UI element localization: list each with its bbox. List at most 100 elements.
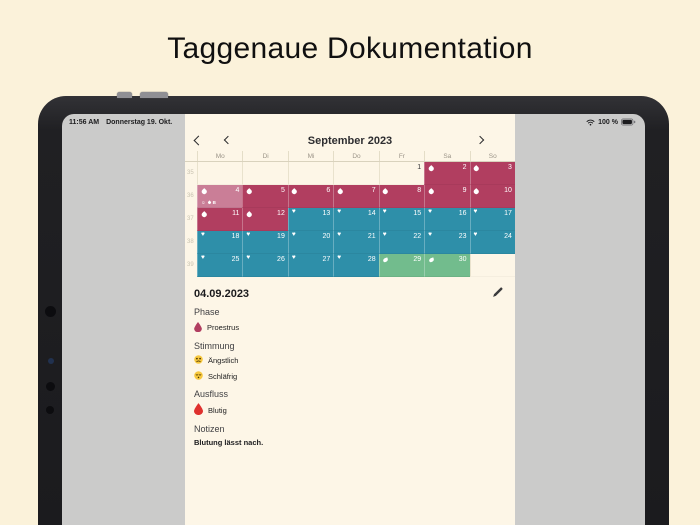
weekday-header-row: Mo Di Mi Do Fr Sa So (185, 151, 515, 162)
day-number: 10 (504, 187, 512, 194)
calendar-day-cell[interactable]: ♥ 18 (197, 231, 243, 254)
calendar-day-cell[interactable]: 8 (378, 185, 425, 208)
day-number: 15 (413, 210, 422, 217)
day-number: 13 (322, 210, 331, 217)
calendar-day-cell[interactable]: 6 (287, 185, 334, 208)
weekday-label: Mo (197, 151, 242, 161)
calendar-day-cell[interactable]: 30 (424, 254, 470, 277)
day-number: 4 (235, 187, 240, 194)
day-number: 25 (231, 256, 240, 263)
camera-lens-icon (48, 358, 54, 364)
calendar-day-cell[interactable]: 12 (242, 208, 288, 231)
calendar-day-cell[interactable]: ♥ 24 (469, 231, 515, 254)
calendar-day-cell (333, 162, 378, 185)
calendar-day-cell[interactable]: 9 (424, 185, 470, 208)
discharge-icon (206, 200, 212, 205)
calendar-day-cell[interactable]: ♥ 14 (333, 208, 379, 231)
day-number: 1 (417, 164, 422, 171)
calendar-day-cell[interactable]: ♥ 21 (333, 231, 379, 254)
statusbar-left: 11:56 AM Donnerstag 19. Okt. (69, 119, 172, 126)
calendar-day-cell[interactable]: 5 (242, 185, 288, 208)
detail-item-label: Blutig (208, 405, 227, 415)
calendar-day-cell[interactable]: ♥ 19 (242, 231, 288, 254)
calendar-day-cell[interactable]: 7 (333, 185, 379, 208)
calendar-day-cell[interactable]: ♥ 15 (378, 208, 425, 231)
heart-icon: ♥ (337, 254, 342, 261)
detail-item-label: Ängstlich (208, 356, 239, 365)
calendar-day-cell[interactable]: ♥ 13 (287, 208, 334, 231)
day-number: 8 (417, 187, 422, 194)
day-number: 3 (508, 164, 512, 171)
calendar-day-cell[interactable]: ♥ 22 (378, 231, 425, 254)
drop-icon (427, 164, 435, 171)
calendar-day-cell[interactable]: ♥ 25 (197, 254, 243, 277)
day-number: 22 (413, 233, 422, 240)
detail-item-label: Proestrus (207, 323, 240, 332)
proestrus-drop (194, 321, 202, 334)
heart-icon: ♥ (428, 231, 432, 238)
wifi-icon (586, 119, 595, 126)
calendar-day-cell[interactable]: 3 (469, 162, 515, 185)
day-number: 14 (367, 210, 376, 217)
heart-icon: ♥ (473, 208, 478, 215)
ipad-frame: 11:56 AM Donnerstag 19. Okt. 100 % Septe… (38, 92, 669, 525)
calendar-grid: 35 1 2 3 36 4 ☺ B 5 6 7 8 9 10 37 11 12 ♥ 13 ♥ 14 ♥ 15 ♥ 16 ♥ 17 38… (185, 162, 515, 277)
next-month-chevron-right-icon[interactable] (473, 133, 487, 147)
calendar-day-cell (242, 162, 287, 185)
day-number: 23 (458, 233, 467, 240)
calendar-day-cell[interactable]: ♥ 16 (424, 208, 470, 231)
volume-button-1 (117, 92, 132, 98)
calendar-week-row: 35 1 2 3 (185, 162, 515, 185)
drop-icon (473, 164, 480, 171)
calendar-day-cell[interactable]: 1 (378, 162, 424, 185)
calendar-day-cell[interactable]: 11 (197, 208, 243, 231)
heart-icon: ♥ (291, 208, 296, 215)
drop-icon (473, 187, 480, 194)
day-detail-panel: 04.09.2023 Phase Proestrus Stimmung Ängstli… (194, 284, 503, 447)
drop-icon (427, 187, 435, 194)
calendar-day-cell[interactable]: ♥ 27 (287, 254, 334, 277)
day-entry-mini-icons: ☺ B (201, 200, 216, 206)
heart-icon: ♥ (291, 254, 296, 261)
calendar-day-cell[interactable]: ♥ 28 (333, 254, 379, 277)
detail-item: Blutig (194, 403, 503, 417)
calendar-day-cell[interactable]: 4 ☺ B (197, 185, 243, 208)
calendar-day-cell[interactable]: ♥ 17 (469, 208, 515, 231)
weekday-label: Di (242, 151, 287, 161)
day-number: 24 (504, 233, 512, 240)
detail-sections: Phase Proestrus Stimmung Ängstlich Schläfrig… (194, 307, 503, 447)
heart-icon: ♥ (382, 231, 387, 238)
status-time: 11:56 AM (69, 119, 100, 126)
sensor-dot-icon (46, 406, 54, 414)
edit-button[interactable] (492, 285, 503, 303)
detail-section-label: Ausfluss (194, 388, 229, 399)
day-number: 26 (277, 256, 285, 263)
notes-text: Blutung lässt nach. (194, 438, 264, 447)
detail-item: Schläfrig (194, 370, 503, 382)
calendar-header: September 2023 (185, 133, 515, 149)
day-number: 5 (280, 187, 285, 194)
heart-icon: ♥ (337, 231, 342, 238)
detail-date: 04.09.2023 (194, 288, 250, 300)
calendar-day-cell[interactable]: 2 (424, 162, 470, 185)
heart-icon: ♥ (473, 231, 478, 238)
week-number: 35 (187, 170, 194, 176)
drop-icon (245, 210, 253, 217)
pencil-icon (493, 287, 503, 297)
volume-button-2 (140, 92, 168, 98)
heart-icon: ♥ (246, 231, 251, 238)
heart-icon: ♥ (201, 254, 205, 261)
day-number: 21 (367, 233, 376, 240)
calendar-day-cell[interactable]: 29 (378, 254, 425, 277)
leaf-icon (428, 256, 435, 263)
status-date: Donnerstag 19. Okt. (106, 119, 173, 126)
calendar-day-cell[interactable]: ♥ 26 (242, 254, 288, 277)
calendar-day-cell[interactable]: 10 (469, 185, 515, 208)
blood-drop (194, 403, 203, 417)
calendar-day-cell[interactable]: ♥ 23 (424, 231, 470, 254)
calendar-day-cell[interactable]: ♥ 20 (287, 231, 334, 254)
day-number: 19 (277, 233, 285, 240)
drop-icon (336, 187, 344, 194)
calendar-day-cell (469, 254, 515, 277)
detail-item: Ängstlich (194, 355, 503, 366)
